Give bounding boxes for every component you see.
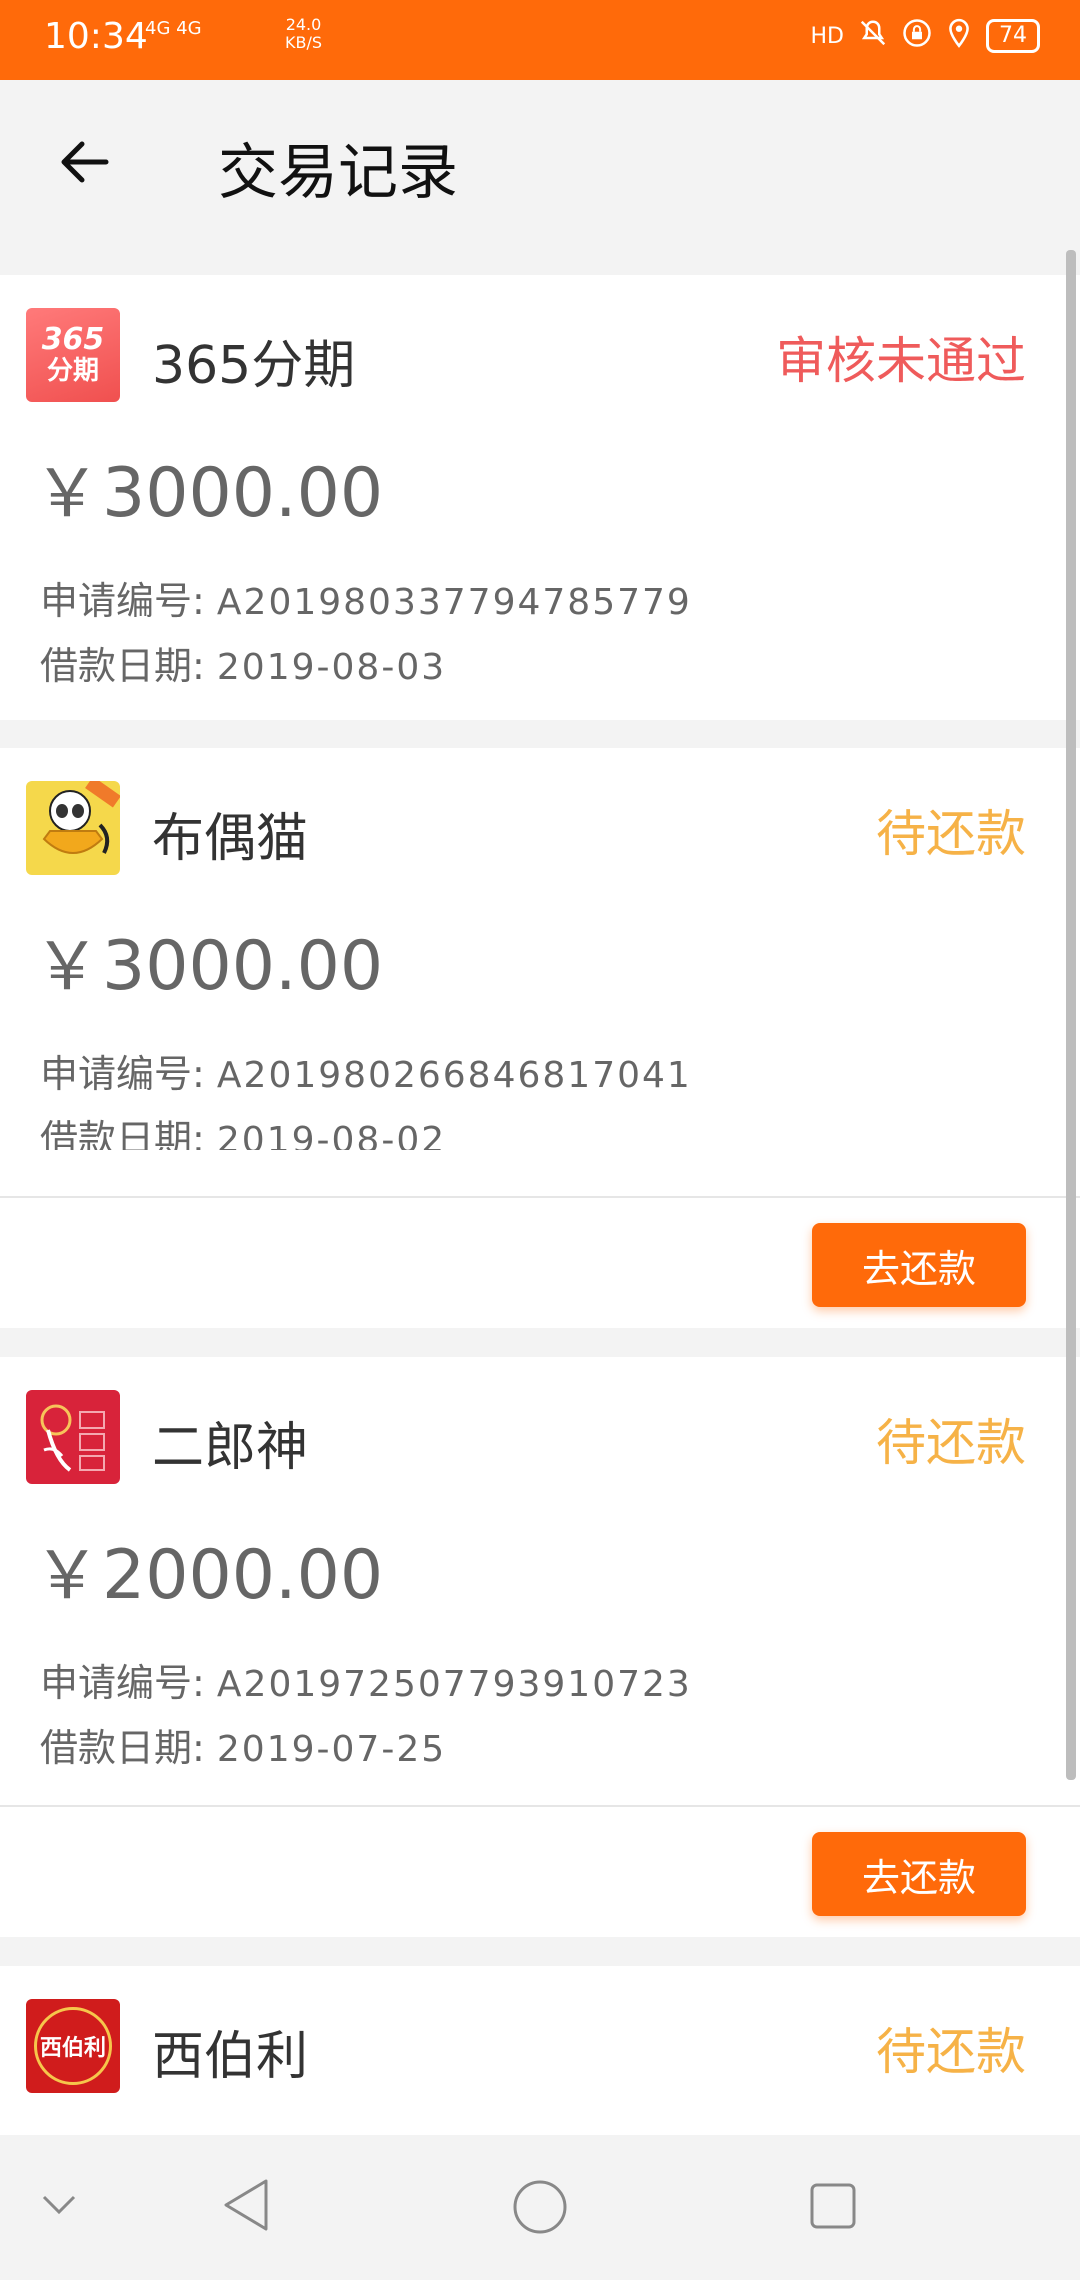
status-badge: 待还款	[876, 805, 1026, 863]
apply-number-value: A201980337794785779	[216, 582, 692, 623]
chevron-down-icon[interactable]	[42, 2195, 76, 2219]
currency-symbol: ￥	[34, 1537, 100, 1614]
status-badge: 待还款	[876, 2023, 1026, 2081]
logo-text-bottom: 分期	[46, 356, 99, 386]
loan-amount: ￥2000.00	[34, 1522, 383, 1618]
hd-icon: HD	[810, 23, 844, 49]
status-icons: HD 74	[811, 18, 1040, 54]
app-logo-erlangshen	[26, 1390, 120, 1484]
apply-number-row: 申请编号: A201980266846817041	[40, 1043, 692, 1098]
card-divider	[0, 1196, 1080, 1198]
loan-date-value: 2019-08-03	[216, 647, 447, 688]
repay-button[interactable]: 去还款	[812, 1832, 1026, 1916]
card-divider	[0, 1805, 1080, 1807]
app-logo-365: 365 分期	[26, 308, 120, 402]
triangle-back-icon[interactable]	[222, 2179, 270, 2235]
network-speed-unit: KB/S	[285, 33, 323, 52]
status-bar: 10:34 4G 4G 24.0 KB/S HD 74	[0, 0, 1080, 80]
circle-home-icon[interactable]	[512, 2179, 568, 2239]
logo-text: 西伯利	[39, 2036, 106, 2061]
loan-date-value: 2019-08-02	[216, 1120, 447, 1150]
transaction-list[interactable]: 365 分期 365分期 审核未通过 ￥3000.00 申请编号: A20198…	[0, 250, 1080, 2135]
system-nav-bar	[0, 2135, 1080, 2280]
bell-off-icon	[858, 18, 888, 54]
repay-button[interactable]: 去还款	[812, 1223, 1026, 1307]
loan-amount: ￥3000.00	[34, 913, 383, 1009]
apply-number-value: A201972507793910723	[216, 1664, 692, 1705]
amount-value: 3000.00	[102, 454, 384, 533]
scrollbar[interactable]	[1066, 250, 1076, 1780]
status-badge: 待还款	[876, 1414, 1026, 1472]
loan-date-row: 借款日期: 2019-08-02	[40, 1108, 446, 1150]
network-speed-value: 24.0	[285, 15, 322, 34]
apply-number-row: 申请编号: A201980337794785779	[40, 570, 692, 625]
lock-icon	[902, 18, 932, 54]
logo-text-top: 365	[41, 322, 105, 357]
loan-amount: ￥3000.00	[34, 440, 383, 536]
lender-name: 365分期	[152, 336, 356, 396]
loan-date-value: 2019-07-25	[216, 1729, 447, 1770]
apply-number-row: 申请编号: A201972507793910723	[40, 1652, 692, 1707]
loan-date-row: 借款日期: 2019-07-25	[40, 1717, 446, 1772]
apply-number-label: 申请编号:	[40, 1661, 205, 1705]
app-bar: 交易记录	[0, 80, 1080, 250]
network-speed: 24.0 KB/S	[285, 16, 322, 52]
lender-name: 二郎神	[152, 1418, 309, 1478]
location-icon	[946, 18, 972, 54]
logo-ring: 西伯利	[34, 2007, 112, 2085]
square-recent-icon[interactable]	[810, 2183, 856, 2233]
arrow-left-icon[interactable]	[56, 134, 112, 190]
amount-value: 2000.00	[102, 1536, 384, 1615]
currency-symbol: ￥	[34, 455, 100, 532]
loan-date-row: 借款日期: 2019-08-03	[40, 635, 446, 690]
transaction-card[interactable]: 西伯利 西伯利 待还款	[0, 1966, 1080, 2135]
loan-date-label: 借款日期:	[40, 1117, 205, 1150]
status-badge: 审核未通过	[776, 332, 1026, 390]
apply-number-value: A201980266846817041	[216, 1055, 692, 1096]
lender-name: 西伯利	[152, 2027, 309, 2087]
apply-number-label: 申请编号:	[40, 1052, 205, 1096]
app-logo-xiboli: 西伯利	[26, 1999, 120, 2093]
transaction-card[interactable]: 365 分期 365分期 审核未通过 ￥3000.00 申请编号: A20198…	[0, 275, 1080, 720]
network-indicator: 4G 4G	[145, 18, 202, 39]
transaction-card[interactable]: 布偶猫 待还款 ￥3000.00 申请编号: A2019802668468170…	[0, 748, 1080, 1328]
currency-symbol: ￥	[34, 928, 100, 1005]
lender-name: 布偶猫	[152, 809, 309, 869]
app-logo-buoumao	[26, 781, 120, 875]
status-time: 10:34	[44, 16, 148, 57]
transaction-card[interactable]: 二郎神 待还款 ￥2000.00 申请编号: A2019725077939107…	[0, 1357, 1080, 1937]
loan-date-label: 借款日期:	[40, 644, 205, 688]
loan-date-label: 借款日期:	[40, 1726, 205, 1770]
amount-value: 3000.00	[102, 927, 384, 1006]
apply-number-label: 申请编号:	[40, 579, 205, 623]
battery-icon: 74	[986, 19, 1040, 53]
page-title: 交易记录	[218, 138, 458, 208]
